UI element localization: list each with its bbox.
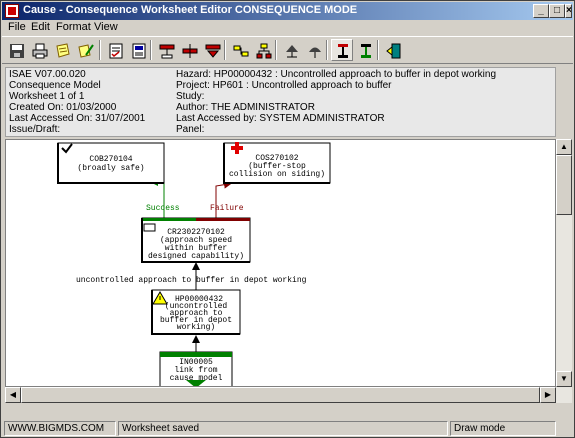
printer-icon <box>32 43 48 59</box>
worksheet-label: Worksheet 1 of 1 <box>9 91 85 102</box>
study-label: Study: <box>176 91 205 102</box>
node-cob-line: (broadly safe) <box>77 164 144 173</box>
document-button[interactable] <box>127 39 149 61</box>
diagram-canvas[interactable]: Success Failure uncontrolled approach to… <box>5 139 556 387</box>
node-cr-line: designed capability) <box>148 252 244 261</box>
align-top-button[interactable] <box>331 39 353 61</box>
add-node-bottom-button[interactable] <box>201 39 223 61</box>
exit-button[interactable] <box>382 39 404 61</box>
menu-file[interactable]: File <box>8 21 26 33</box>
last-accessed-label: Last Accessed On: 31/07/2001 <box>9 113 146 124</box>
umbrella-icon <box>309 47 321 58</box>
connect-button[interactable] <box>229 39 251 61</box>
version-label: ISAE V07.00.020 <box>9 69 86 80</box>
node-hp-line: working) <box>177 323 215 332</box>
node-bottom-icon <box>205 44 221 58</box>
align-bottom-button[interactable] <box>354 39 376 61</box>
status-message: Worksheet saved <box>118 421 448 436</box>
author-label: Author: THE ADMINISTRATOR <box>176 102 315 113</box>
toolbar-separator <box>377 40 379 60</box>
menu-view[interactable]: View <box>94 21 118 33</box>
close-button[interactable]: × <box>565 4 572 18</box>
save-button[interactable] <box>5 39 27 61</box>
menu-format[interactable]: Format <box>56 21 91 33</box>
toolbar-separator <box>150 40 152 60</box>
horizontal-scroll-thumb[interactable] <box>21 387 540 403</box>
node-cob[interactable]: COB270104 (broadly safe) <box>57 142 165 184</box>
success-label: Success <box>146 204 180 213</box>
status-website: WWW.BIGMDS.COM <box>4 421 116 436</box>
vertical-scrollbar[interactable]: ▲ ▼ <box>556 139 572 403</box>
print-button[interactable] <box>28 39 50 61</box>
tree-button[interactable] <box>252 39 274 61</box>
title-bar[interactable]: Cause - Consequence Worksheet Editor CON… <box>2 2 573 20</box>
document-icon <box>132 43 146 59</box>
node-top-icon <box>159 44 175 59</box>
consequence-diagram[interactable]: Success Failure uncontrolled approach to… <box>6 140 556 387</box>
checklist-icon <box>109 43 123 59</box>
scroll-left-button[interactable]: ◀ <box>5 387 21 403</box>
project-label: Project: HP601 : Uncontrolled approach t… <box>176 80 392 91</box>
scroll-right-button[interactable]: ▶ <box>540 387 556 403</box>
notes-button[interactable] <box>74 39 96 61</box>
status-bar: WWW.BIGMDS.COM Worksheet saved Draw mode <box>2 419 573 437</box>
node-cr[interactable]: CR2302270102 (approach speed within buff… <box>141 217 251 263</box>
node-in[interactable]: IN00005 link from cause model <box>159 351 233 387</box>
panel-label: Panel: <box>176 124 205 135</box>
link-label: uncontrolled approach to buffer in depot… <box>76 276 307 285</box>
vertical-scroll-thumb[interactable] <box>556 155 572 215</box>
spread-icon <box>286 45 298 58</box>
app-window: Cause - Consequence Worksheet Editor CON… <box>0 0 575 438</box>
menu-edit[interactable]: Edit <box>31 21 50 33</box>
horizontal-scrollbar[interactable]: ◀ ▶ <box>5 387 556 403</box>
toolbar <box>2 36 573 64</box>
node-cos-line: collision on siding) <box>229 170 325 179</box>
failure-label: Failure <box>210 204 244 213</box>
floppy-disk-icon <box>10 44 24 58</box>
note-button[interactable] <box>51 39 73 61</box>
control-box-icon <box>143 223 156 232</box>
i-beam-red-icon <box>338 44 348 58</box>
toolbar-separator <box>326 40 328 60</box>
toolbar-separator <box>224 40 226 60</box>
notes-pen-icon <box>78 44 94 58</box>
add-node-top-button[interactable] <box>155 39 177 61</box>
worksheet-info-panel: ISAE V07.00.020 Consequence Model Worksh… <box>5 67 556 137</box>
add-node-middle-button[interactable] <box>178 39 200 61</box>
toolbar-separator <box>99 40 101 60</box>
expand-button[interactable] <box>280 39 302 61</box>
scroll-up-button[interactable]: ▲ <box>556 139 572 155</box>
scroll-down-button[interactable]: ▼ <box>556 371 572 387</box>
status-mode: Draw mode <box>450 421 556 436</box>
node-in-line: cause model <box>170 374 223 383</box>
note-icon <box>56 43 70 58</box>
exit-door-icon <box>386 43 401 59</box>
node-middle-icon <box>182 44 198 58</box>
last-accessed-by-label: Last Accessed by: SYSTEM ADMINISTRATOR <box>176 113 385 124</box>
minimize-button[interactable]: _ <box>533 4 549 18</box>
toolbar-separator <box>275 40 277 60</box>
window-title: Cause - Consequence Worksheet Editor CON… <box>23 4 358 16</box>
issue-label: Issue/Draft: <box>9 124 61 135</box>
model-label: Consequence Model <box>9 80 101 91</box>
tree-icon <box>256 43 272 59</box>
app-icon <box>5 4 19 18</box>
collapse-button[interactable] <box>303 39 325 61</box>
node-cos[interactable]: COS270102 (buffer-stop collision on sidi… <box>223 142 331 184</box>
hazard-label: Hazard: HP00000432 : Uncontrolled approa… <box>176 69 497 80</box>
node-cob-line: COB270104 <box>89 155 132 164</box>
i-beam-green-icon <box>361 44 371 58</box>
menu-bar: File Edit Format View <box>2 20 573 36</box>
node-hp[interactable]: HP00000432 (uncontrolled approach to buf… <box>151 289 241 335</box>
checklist-button[interactable] <box>104 39 126 61</box>
connector-icon <box>233 45 249 57</box>
created-label: Created On: 01/03/2000 <box>9 102 117 113</box>
maximize-button[interactable]: □ <box>549 4 565 18</box>
